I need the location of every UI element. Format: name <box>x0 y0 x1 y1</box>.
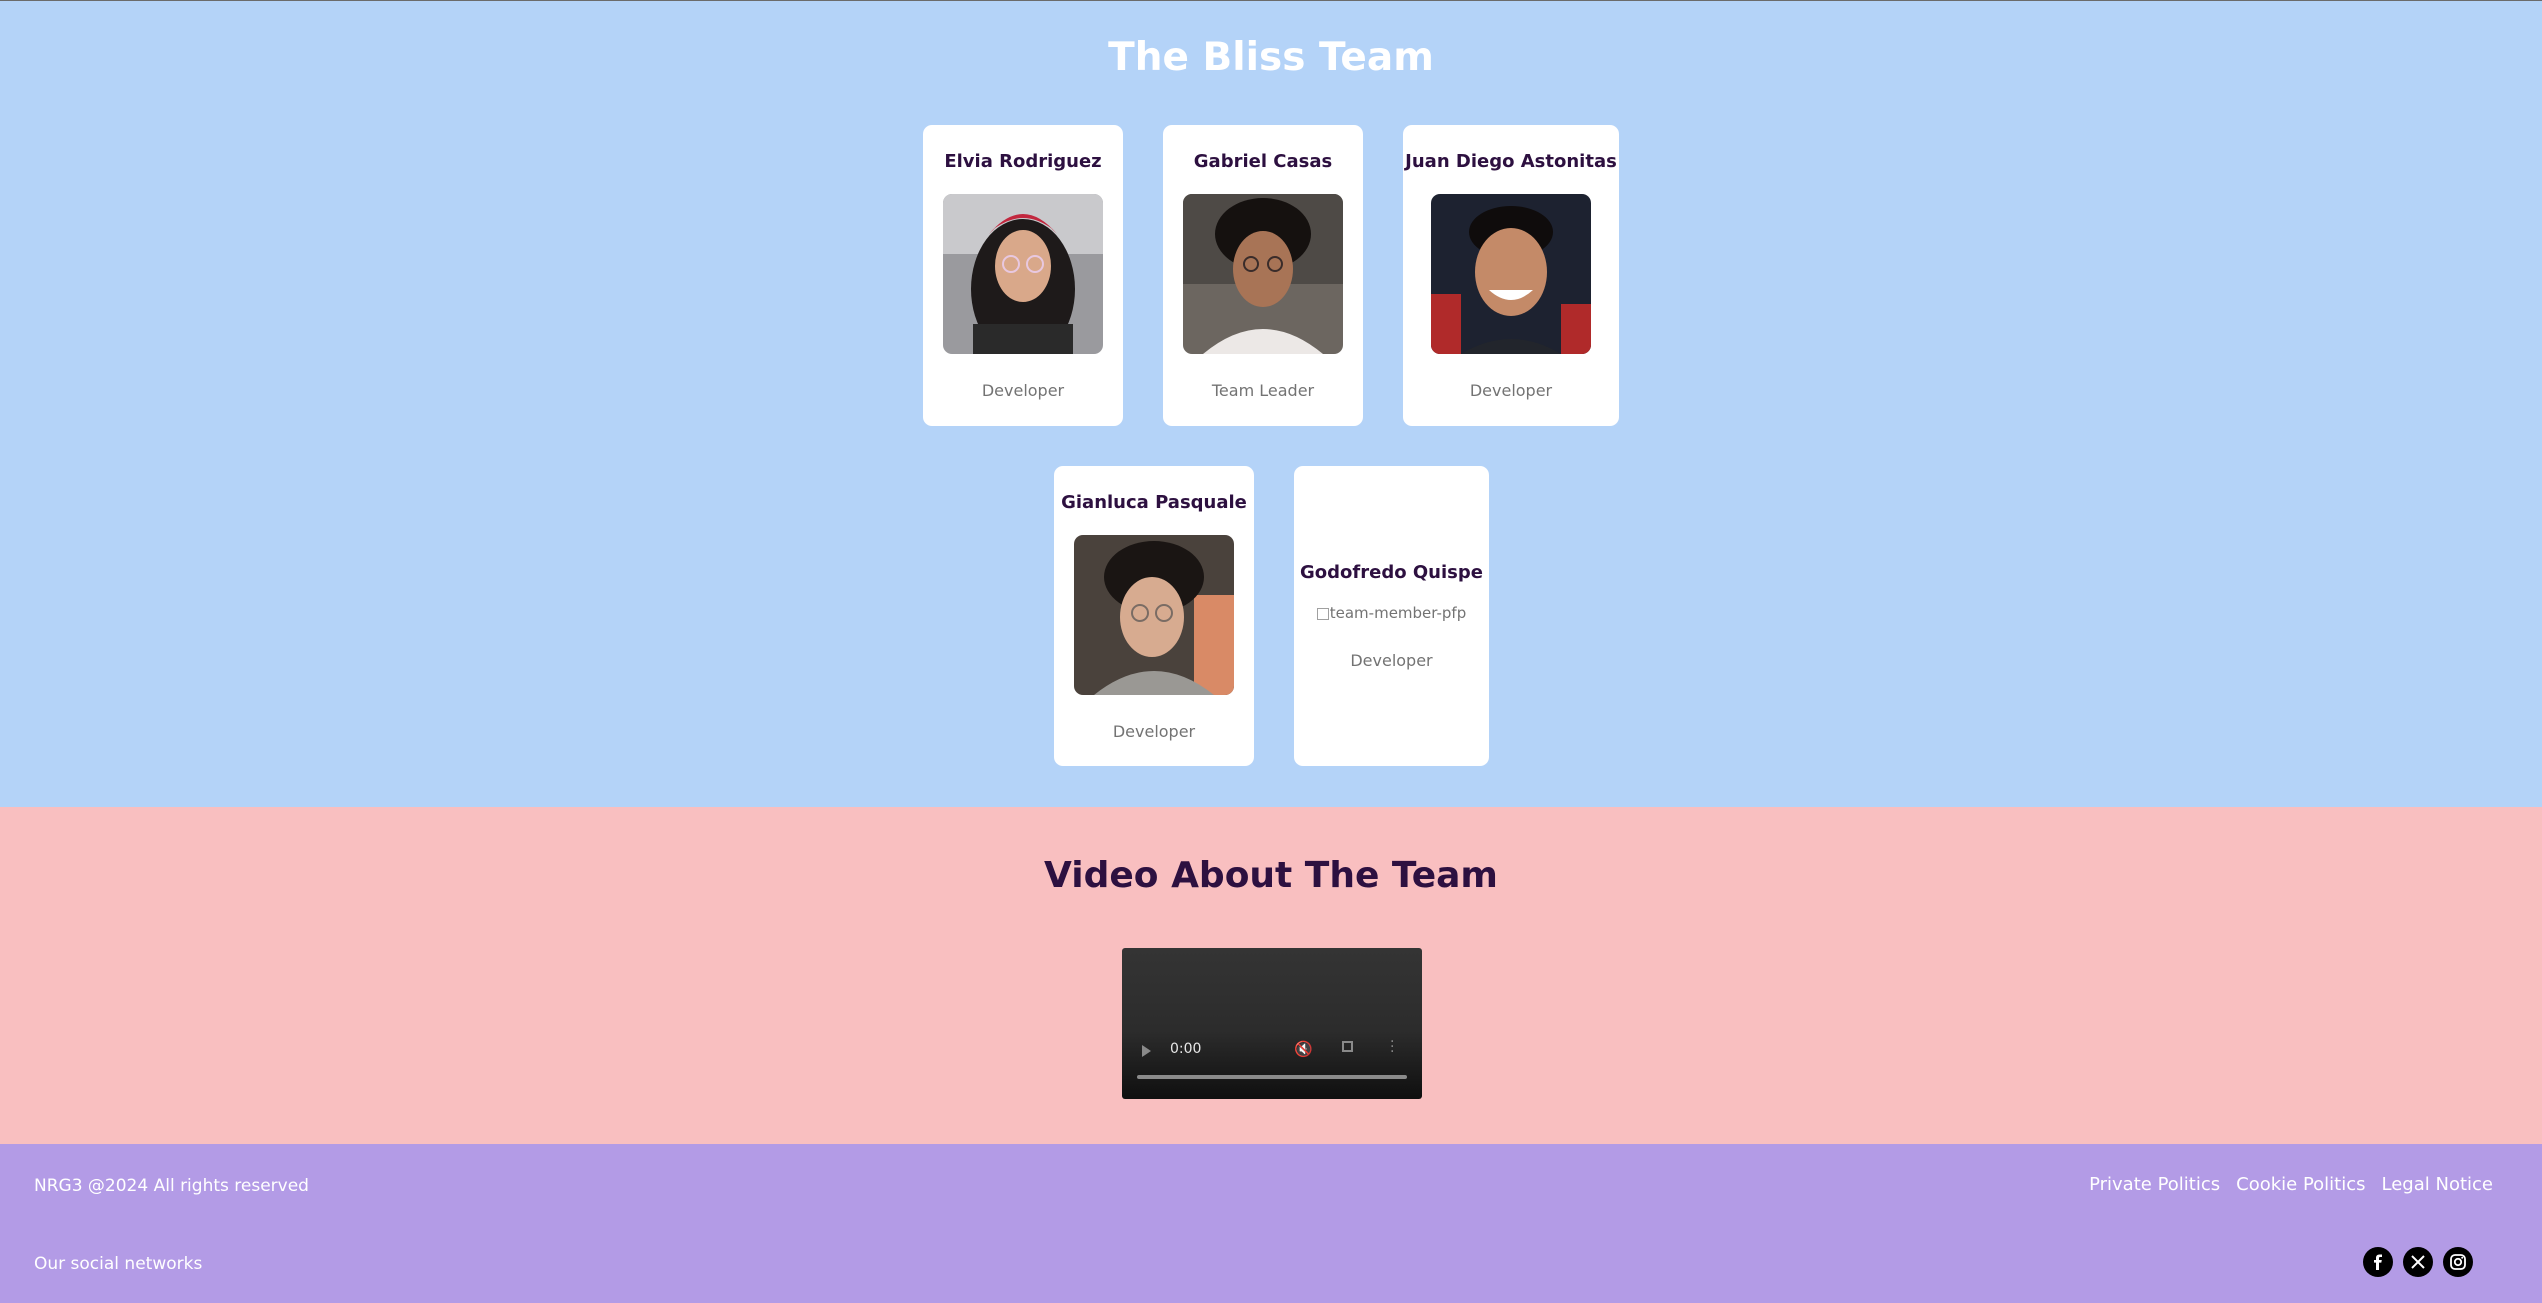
footer: NRG3 @2024 All rights reserved Private P… <box>0 1144 2542 1303</box>
member-name: Gianluca Pasquale <box>1061 492 1247 513</box>
mute-icon[interactable]: 🔇 <box>1294 1040 1313 1058</box>
broken-image-alt: team-member-pfp <box>1294 604 1489 622</box>
instagram-icon[interactable] <box>2443 1247 2473 1277</box>
social-networks-label: Our social networks <box>34 1254 203 1274</box>
play-icon[interactable] <box>1142 1045 1151 1057</box>
team-member-card: Elvia Rodriguez Developer <box>923 125 1123 426</box>
video-title: Video About The Team <box>1044 855 1498 896</box>
member-photo <box>1431 194 1591 354</box>
member-photo <box>943 194 1103 354</box>
private-politics-link[interactable]: Private Politics <box>2089 1174 2220 1195</box>
fullscreen-icon[interactable] <box>1342 1041 1353 1052</box>
team-member-card: Gabriel Casas Team Leader <box>1163 125 1363 426</box>
video-time: 0:00 <box>1170 1041 1202 1057</box>
video-player[interactable]: 0:00 🔇 · · · <box>1122 948 1422 1099</box>
team-section: The Bliss Team Elvia Rodriguez Developer… <box>0 1 2542 807</box>
member-role: Developer <box>1112 722 1196 741</box>
x-icon[interactable] <box>2403 1247 2433 1277</box>
member-role: Team Leader <box>1211 381 1315 400</box>
member-name: Elvia Rodriguez <box>944 151 1102 172</box>
footer-links: Private Politics Cookie Politics Legal N… <box>2089 1174 2493 1195</box>
copyright-text: NRG3 @2024 All rights reserved <box>34 1176 309 1196</box>
social-icons <box>2363 1247 2473 1277</box>
video-section: Video About The Team 0:00 🔇 · · · <box>0 807 2542 1144</box>
broken-image-icon <box>1316 607 1329 620</box>
member-role: Developer <box>1469 381 1553 400</box>
team-title: The Bliss Team <box>1108 35 1434 80</box>
legal-notice-link[interactable]: Legal Notice <box>2382 1174 2493 1195</box>
team-member-card: Juan Diego Astonitas Developer <box>1403 125 1619 426</box>
member-name: Juan Diego Astonitas <box>1405 151 1617 172</box>
member-role: Developer <box>981 381 1065 400</box>
more-options-icon[interactable]: · · · <box>1390 1035 1396 1059</box>
member-name: Godofredo Quispe <box>1300 562 1483 583</box>
cookie-politics-link[interactable]: Cookie Politics <box>2236 1174 2365 1195</box>
member-photo <box>1074 535 1234 695</box>
video-progress-bar[interactable] <box>1137 1075 1407 1079</box>
team-member-card: Gianluca Pasquale Developer <box>1054 466 1254 766</box>
facebook-icon[interactable] <box>2363 1247 2393 1277</box>
member-photo <box>1183 194 1343 354</box>
member-role: Developer <box>1350 651 1433 670</box>
team-member-card: Godofredo Quispe team-member-pfp Develop… <box>1294 466 1489 766</box>
member-name: Gabriel Casas <box>1193 151 1333 172</box>
